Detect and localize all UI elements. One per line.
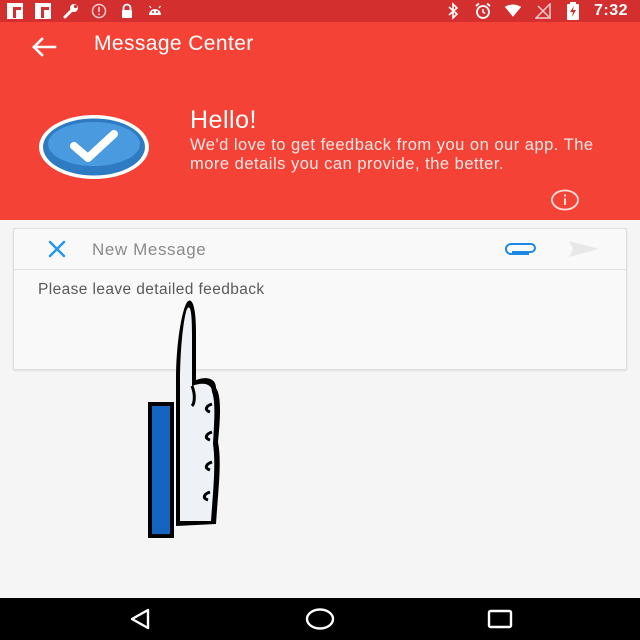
nav-recents-button[interactable] <box>480 604 520 634</box>
clock-time: 7:32 <box>593 2 628 19</box>
back-button[interactable] <box>28 34 60 60</box>
wrench-icon <box>62 2 80 20</box>
pointing-hand-icon <box>146 292 226 542</box>
attach-button[interactable] <box>504 238 540 260</box>
bluetooth-icon <box>444 2 462 20</box>
alarm-icon <box>474 2 492 20</box>
greeting-title: Hello! <box>190 106 257 134</box>
system-status-icons: 7:32 <box>444 2 628 20</box>
back-triangle-icon <box>130 608 150 630</box>
navigation-bar <box>0 598 640 640</box>
verified-badge <box>38 114 150 180</box>
info-button[interactable] <box>550 188 580 212</box>
paperclip-icon <box>505 243 536 255</box>
close-x-icon <box>48 240 66 258</box>
android-icon <box>146 2 164 20</box>
send-button[interactable] <box>566 237 602 261</box>
app-header: Message Center Hello! We'd love to get f… <box>0 22 640 220</box>
status-bar: 7:32 <box>0 0 640 22</box>
info-circle-icon <box>551 189 579 211</box>
feedback-textarea[interactable] <box>38 281 598 357</box>
nav-home-button[interactable] <box>300 604 340 634</box>
message-composer: New Message <box>13 228 627 370</box>
send-icon <box>569 241 599 257</box>
composer-toolbar: New Message <box>14 229 626 270</box>
flipboard-icon <box>34 2 52 20</box>
compose-title: New Message <box>92 240 207 259</box>
nav-back-button[interactable] <box>120 604 160 634</box>
checkmark-badge-icon <box>39 115 149 179</box>
home-circle-icon <box>305 608 335 630</box>
wifi-icon <box>504 2 522 20</box>
circle-alert-icon <box>90 2 108 20</box>
close-compose-button[interactable] <box>44 237 70 261</box>
page-title: Message Center <box>94 32 254 55</box>
battery-charging-icon <box>564 2 582 20</box>
no-signal-icon <box>534 2 552 20</box>
recents-square-icon <box>487 609 513 629</box>
notification-icons <box>6 2 164 20</box>
greeting-text: We'd love to get feedback from you on ou… <box>190 136 594 173</box>
flipboard-icon <box>6 2 24 20</box>
lock-icon <box>118 2 136 20</box>
arrow-left-icon <box>32 37 57 57</box>
